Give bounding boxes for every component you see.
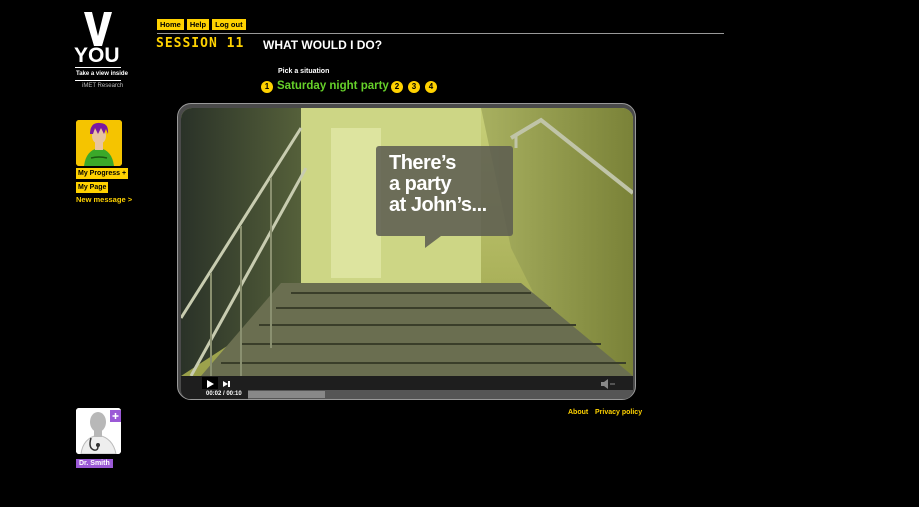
caption-line: at John’s... bbox=[389, 194, 487, 216]
my-progress-button[interactable]: My Progress + bbox=[76, 168, 129, 179]
play-icon bbox=[207, 380, 214, 388]
time-readout: 00:02 / 00:10 bbox=[206, 391, 242, 397]
user-avatar[interactable] bbox=[76, 120, 122, 166]
doctor-avatar[interactable] bbox=[76, 408, 121, 454]
step-2-button[interactable]: 2 bbox=[391, 81, 403, 93]
skip-icon bbox=[223, 381, 230, 387]
logo-org: iMET Research bbox=[82, 83, 124, 89]
logo-tagline: Take a view inside bbox=[76, 71, 128, 77]
step-1-button[interactable]: 1 bbox=[261, 81, 273, 93]
next-button[interactable] bbox=[220, 377, 234, 389]
caption-line: There’s bbox=[389, 152, 456, 174]
my-page-button[interactable]: My Page bbox=[76, 182, 109, 193]
logo-divider bbox=[75, 67, 121, 68]
video-controls bbox=[181, 376, 633, 390]
volume-button[interactable] bbox=[599, 377, 617, 389]
page-title: WHAT WOULD I DO? bbox=[263, 38, 383, 52]
bubble-tail-icon bbox=[425, 236, 441, 248]
new-message-link[interactable]: New message > bbox=[76, 195, 132, 204]
step-4-button[interactable]: 4 bbox=[425, 81, 437, 93]
doctor-icon bbox=[76, 408, 121, 454]
volume-muted-icon bbox=[601, 379, 615, 389]
logo-divider bbox=[75, 80, 121, 81]
plus-icon: + bbox=[122, 168, 129, 179]
play-button[interactable] bbox=[202, 377, 218, 389]
caption-line: a party bbox=[389, 173, 452, 195]
avatar-icon bbox=[76, 120, 122, 166]
step-3-button[interactable]: 3 bbox=[408, 81, 420, 93]
video-progress-track[interactable] bbox=[181, 390, 633, 399]
session-label: SESSION 11 bbox=[156, 36, 245, 51]
situation-title: Saturday night party bbox=[277, 80, 389, 92]
about-link[interactable]: About bbox=[568, 409, 588, 416]
help-button[interactable]: Help bbox=[186, 19, 210, 30]
my-progress-label: My Progress bbox=[76, 168, 123, 179]
logo-v-icon bbox=[84, 12, 112, 46]
logout-button[interactable]: Log out bbox=[212, 19, 246, 30]
doctor-name[interactable]: Dr. Smith bbox=[76, 459, 113, 468]
top-nav: Home Help Log out bbox=[157, 19, 246, 30]
home-button[interactable]: Home bbox=[157, 19, 184, 30]
header-divider bbox=[157, 33, 724, 34]
logo-you: YOU bbox=[74, 44, 120, 67]
situation-prompt: Pick a situation bbox=[278, 68, 330, 75]
progress-fill bbox=[248, 391, 325, 398]
video-caption: There’s a party at John’s... bbox=[389, 153, 509, 216]
privacy-policy-link[interactable]: Privacy policy bbox=[595, 409, 642, 416]
